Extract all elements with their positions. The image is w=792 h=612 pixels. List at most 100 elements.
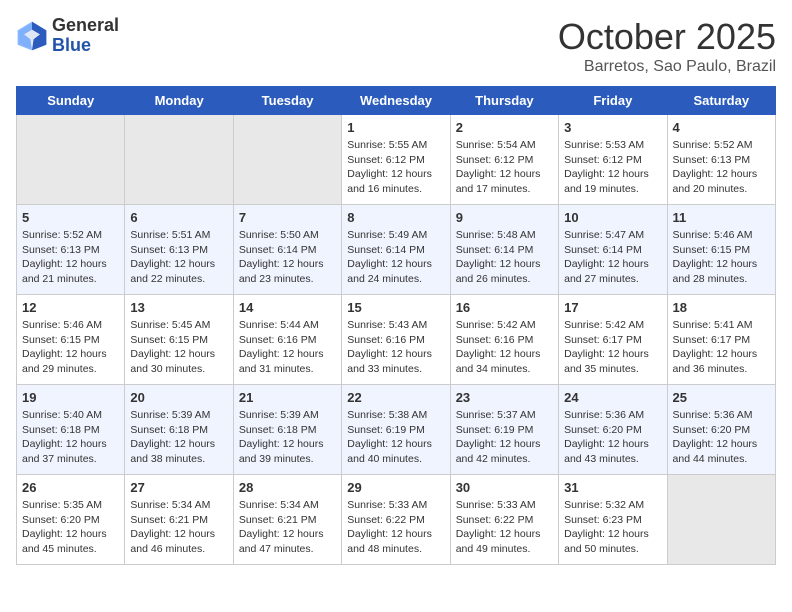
day-number: 3: [564, 120, 661, 135]
calendar-week-row: 5Sunrise: 5:52 AM Sunset: 6:13 PM Daylig…: [17, 205, 776, 295]
weekday-header: Tuesday: [233, 87, 341, 115]
day-number: 21: [239, 390, 336, 405]
day-info: Sunrise: 5:46 AM Sunset: 6:15 PM Dayligh…: [673, 228, 770, 287]
calendar-table: SundayMondayTuesdayWednesdayThursdayFrid…: [16, 86, 776, 565]
day-number: 10: [564, 210, 661, 225]
day-number: 24: [564, 390, 661, 405]
calendar-body: 1Sunrise: 5:55 AM Sunset: 6:12 PM Daylig…: [17, 115, 776, 565]
calendar-cell: 14Sunrise: 5:44 AM Sunset: 6:16 PM Dayli…: [233, 295, 341, 385]
day-number: 6: [130, 210, 227, 225]
day-info: Sunrise: 5:42 AM Sunset: 6:16 PM Dayligh…: [456, 318, 553, 377]
day-info: Sunrise: 5:32 AM Sunset: 6:23 PM Dayligh…: [564, 498, 661, 557]
day-number: 16: [456, 300, 553, 315]
calendar-cell: 23Sunrise: 5:37 AM Sunset: 6:19 PM Dayli…: [450, 385, 558, 475]
calendar-cell: 9 Sunrise: 5:48 AM Sunset: 6:14 PM Daylig…: [450, 205, 558, 295]
day-info: Sunrise: 5:39 AM Sunset: 6:18 PM Dayligh…: [130, 408, 227, 467]
day-number: 30: [456, 480, 553, 495]
calendar-week-row: 1Sunrise: 5:55 AM Sunset: 6:12 PM Daylig…: [17, 115, 776, 205]
day-number: 31: [564, 480, 661, 495]
logo: General Blue: [16, 16, 119, 56]
calendar-cell: [17, 115, 125, 205]
day-info: Sunrise: 5:53 AM Sunset: 6:12 PM Dayligh…: [564, 138, 661, 197]
day-info: Sunrise: 5:33 AM Sunset: 6:22 PM Dayligh…: [347, 498, 444, 557]
day-number: 8: [347, 210, 444, 225]
calendar-cell: 1Sunrise: 5:55 AM Sunset: 6:12 PM Daylig…: [342, 115, 450, 205]
day-number: 20: [130, 390, 227, 405]
day-number: 14: [239, 300, 336, 315]
weekday-header: Friday: [559, 87, 667, 115]
day-info: Sunrise: 5:34 AM Sunset: 6:21 PM Dayligh…: [239, 498, 336, 557]
calendar-cell: 25 Sunrise: 5:36 AM Sunset: 6:20 PM Dayli…: [667, 385, 775, 475]
calendar-cell: 27 Sunrise: 5:34 AM Sunset: 6:21 PM Dayli…: [125, 475, 233, 565]
day-number: 19: [22, 390, 119, 405]
day-info: Sunrise: 5:48 AM Sunset: 6:14 PM Dayligh…: [456, 228, 553, 287]
calendar-cell: 15 Sunrise: 5:43 AM Sunset: 6:16 PM Dayli…: [342, 295, 450, 385]
calendar-cell: 13 Sunrise: 5:45 AM Sunset: 6:15 PM Dayli…: [125, 295, 233, 385]
calendar-cell: 22Sunrise: 5:38 AM Sunset: 6:19 PM Dayli…: [342, 385, 450, 475]
calendar-cell: 6 Sunrise: 5:51 AM Sunset: 6:13 PM Daylig…: [125, 205, 233, 295]
calendar-cell: 26Sunrise: 5:35 AM Sunset: 6:20 PM Dayli…: [17, 475, 125, 565]
calendar-cell: 5Sunrise: 5:52 AM Sunset: 6:13 PM Daylig…: [17, 205, 125, 295]
day-number: 23: [456, 390, 553, 405]
logo-icon: [16, 20, 48, 52]
day-number: 25: [673, 390, 770, 405]
page-header: General Blue October 2025 Barretos, Sao …: [16, 16, 776, 76]
calendar-cell: [233, 115, 341, 205]
day-number: 27: [130, 480, 227, 495]
calendar-cell: 21 Sunrise: 5:39 AM Sunset: 6:18 PM Dayli…: [233, 385, 341, 475]
weekday-header: Wednesday: [342, 87, 450, 115]
location: Barretos, Sao Paulo, Brazil: [558, 58, 776, 76]
weekday-header: Saturday: [667, 87, 775, 115]
weekday-header: Thursday: [450, 87, 558, 115]
calendar-cell: 30 Sunrise: 5:33 AM Sunset: 6:22 PM Dayli…: [450, 475, 558, 565]
calendar-cell: 7Sunrise: 5:50 AM Sunset: 6:14 PM Daylig…: [233, 205, 341, 295]
day-info: Sunrise: 5:38 AM Sunset: 6:19 PM Dayligh…: [347, 408, 444, 467]
calendar-cell: 11 Sunrise: 5:46 AM Sunset: 6:15 PM Dayli…: [667, 205, 775, 295]
day-number: 12: [22, 300, 119, 315]
day-number: 4: [673, 120, 770, 135]
logo-general-text: General: [52, 15, 119, 35]
calendar-cell: 2 Sunrise: 5:54 AM Sunset: 6:12 PM Daylig…: [450, 115, 558, 205]
day-info: Sunrise: 5:45 AM Sunset: 6:15 PM Dayligh…: [130, 318, 227, 377]
calendar-header: SundayMondayTuesdayWednesdayThursdayFrid…: [17, 87, 776, 115]
day-info: Sunrise: 5:52 AM Sunset: 6:13 PM Dayligh…: [673, 138, 770, 197]
calendar-cell: 28 Sunrise: 5:34 AM Sunset: 6:21 PM Dayli…: [233, 475, 341, 565]
calendar-week-row: 26Sunrise: 5:35 AM Sunset: 6:20 PM Dayli…: [17, 475, 776, 565]
calendar-cell: 29Sunrise: 5:33 AM Sunset: 6:22 PM Dayli…: [342, 475, 450, 565]
day-info: Sunrise: 5:39 AM Sunset: 6:18 PM Dayligh…: [239, 408, 336, 467]
weekday-header: Sunday: [17, 87, 125, 115]
day-info: Sunrise: 5:36 AM Sunset: 6:20 PM Dayligh…: [564, 408, 661, 467]
weekday-header: Monday: [125, 87, 233, 115]
calendar-cell: 8Sunrise: 5:49 AM Sunset: 6:14 PM Daylig…: [342, 205, 450, 295]
day-number: 13: [130, 300, 227, 315]
days-header-row: SundayMondayTuesdayWednesdayThursdayFrid…: [17, 87, 776, 115]
calendar-cell: 4 Sunrise: 5:52 AM Sunset: 6:13 PM Daylig…: [667, 115, 775, 205]
day-info: Sunrise: 5:46 AM Sunset: 6:15 PM Dayligh…: [22, 318, 119, 377]
title-block: October 2025 Barretos, Sao Paulo, Brazil: [558, 16, 776, 76]
day-number: 11: [673, 210, 770, 225]
day-number: 9: [456, 210, 553, 225]
calendar-cell: 18Sunrise: 5:41 AM Sunset: 6:17 PM Dayli…: [667, 295, 775, 385]
day-number: 15: [347, 300, 444, 315]
calendar-cell: [125, 115, 233, 205]
calendar-week-row: 19 Sunrise: 5:40 AM Sunset: 6:18 PM Dayli…: [17, 385, 776, 475]
day-info: Sunrise: 5:34 AM Sunset: 6:21 PM Dayligh…: [130, 498, 227, 557]
day-info: Sunrise: 5:42 AM Sunset: 6:17 PM Dayligh…: [564, 318, 661, 377]
day-info: Sunrise: 5:51 AM Sunset: 6:13 PM Dayligh…: [130, 228, 227, 287]
day-info: Sunrise: 5:50 AM Sunset: 6:14 PM Dayligh…: [239, 228, 336, 287]
day-number: 5: [22, 210, 119, 225]
day-info: Sunrise: 5:54 AM Sunset: 6:12 PM Dayligh…: [456, 138, 553, 197]
day-info: Sunrise: 5:40 AM Sunset: 6:18 PM Dayligh…: [22, 408, 119, 467]
day-info: Sunrise: 5:33 AM Sunset: 6:22 PM Dayligh…: [456, 498, 553, 557]
logo-blue-text: Blue: [52, 35, 91, 55]
day-number: 2: [456, 120, 553, 135]
calendar-cell: 3 Sunrise: 5:53 AM Sunset: 6:12 PM Daylig…: [559, 115, 667, 205]
calendar-cell: 16 Sunrise: 5:42 AM Sunset: 6:16 PM Dayli…: [450, 295, 558, 385]
day-info: Sunrise: 5:41 AM Sunset: 6:17 PM Dayligh…: [673, 318, 770, 377]
day-number: 28: [239, 480, 336, 495]
day-info: Sunrise: 5:43 AM Sunset: 6:16 PM Dayligh…: [347, 318, 444, 377]
calendar-week-row: 12 Sunrise: 5:46 AM Sunset: 6:15 PM Dayli…: [17, 295, 776, 385]
day-info: Sunrise: 5:36 AM Sunset: 6:20 PM Dayligh…: [673, 408, 770, 467]
calendar-cell: 17Sunrise: 5:42 AM Sunset: 6:17 PM Dayli…: [559, 295, 667, 385]
calendar-cell: 19 Sunrise: 5:40 AM Sunset: 6:18 PM Dayli…: [17, 385, 125, 475]
